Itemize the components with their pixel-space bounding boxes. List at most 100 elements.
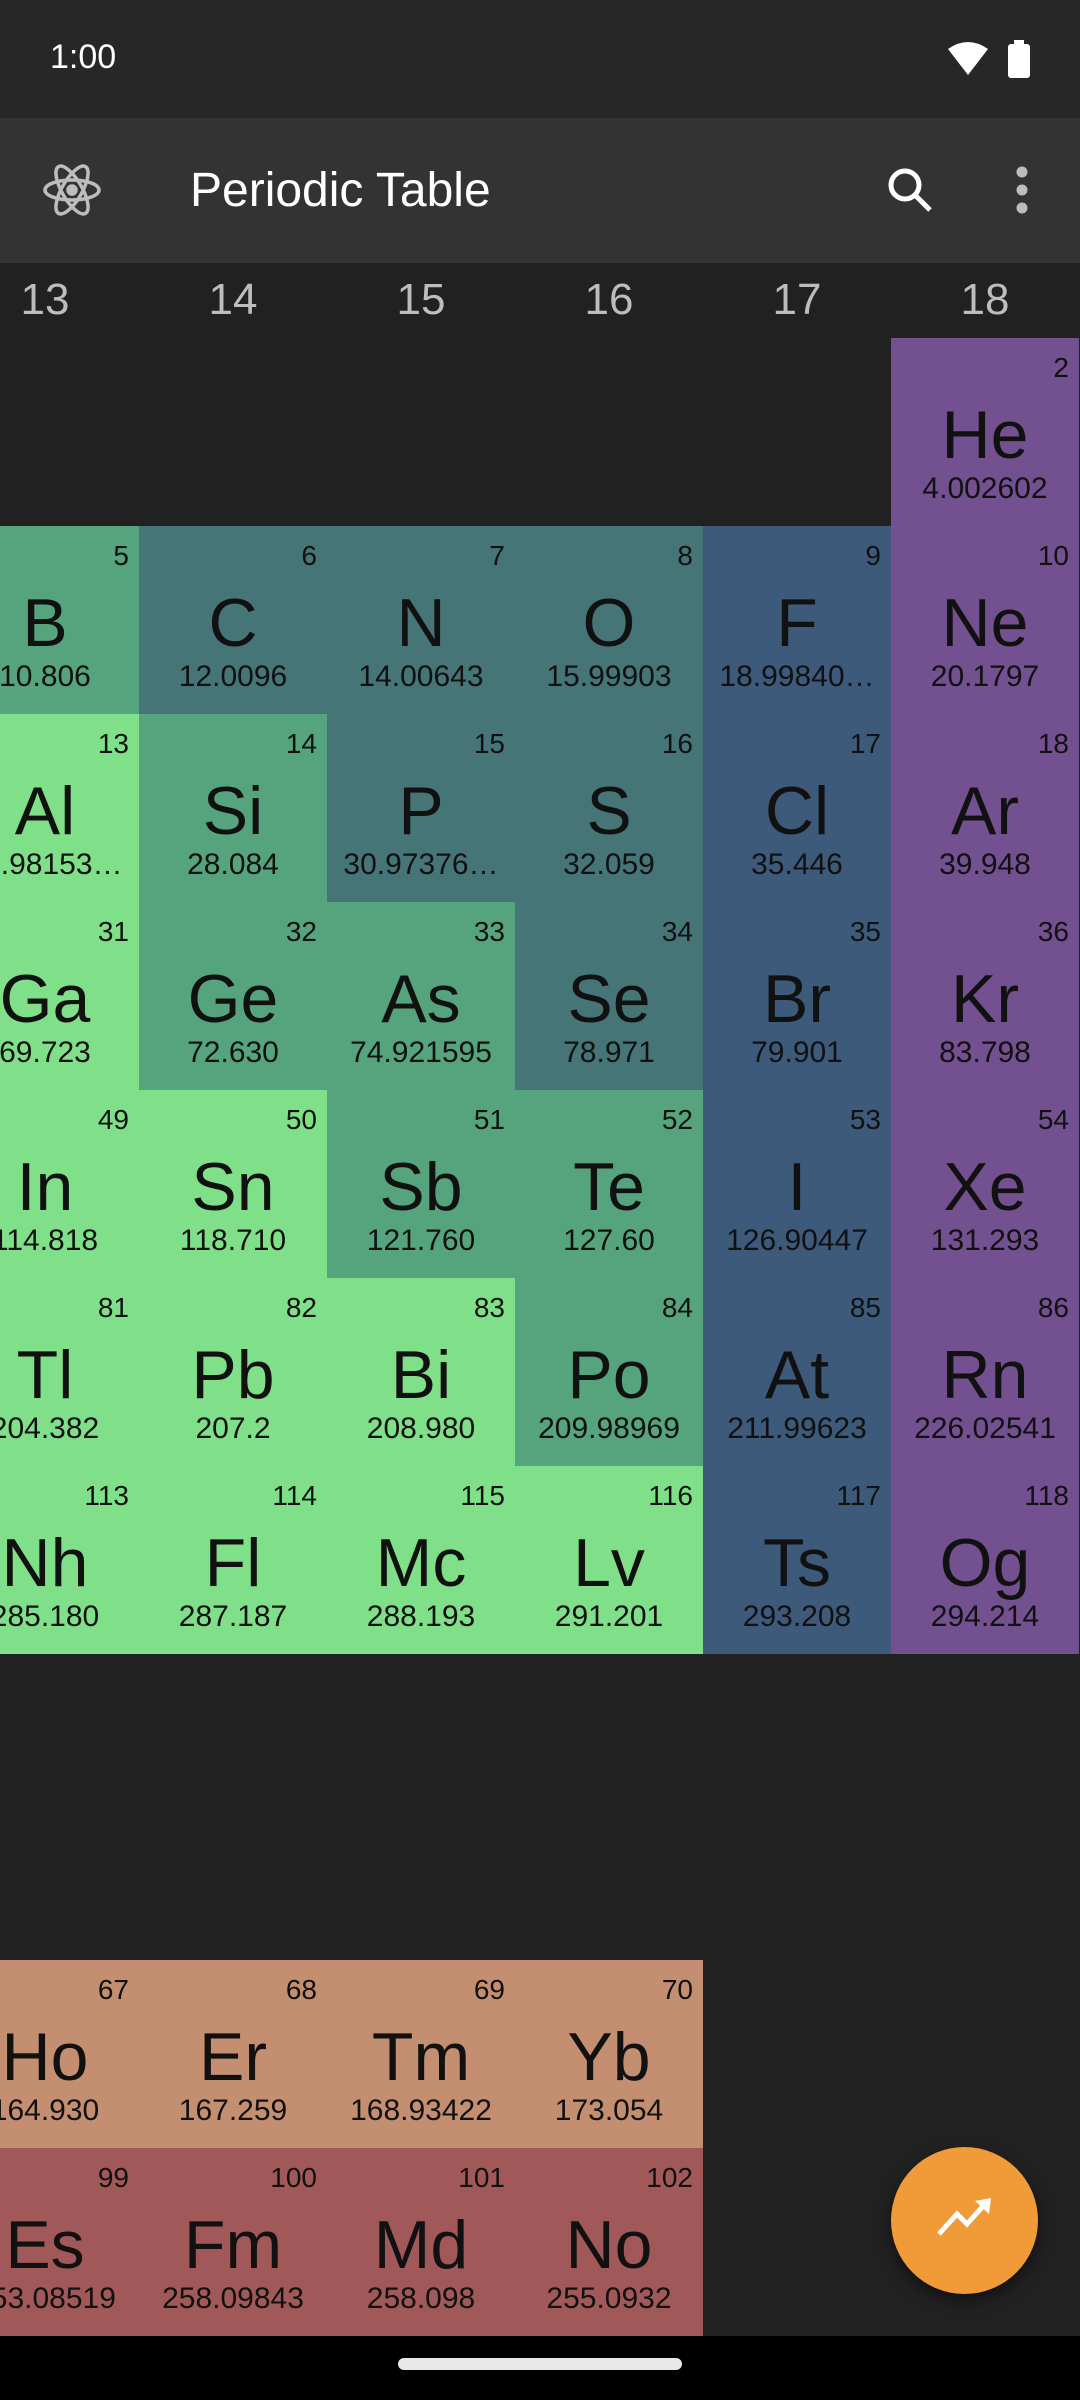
element-symbol: Og [939, 1525, 1031, 1601]
element-symbol: Ne [941, 585, 1029, 661]
element-cell-ge[interactable]: 32 Ge 72.630 [139, 902, 327, 1090]
element-symbol: Cl [764, 773, 830, 849]
atomic-number: 35 [849, 916, 881, 947]
element-cell-al[interactable]: 13 Al26.98153… [0, 714, 139, 902]
atomic-number: 100 [270, 2162, 317, 2193]
atomic-number: 33 [473, 916, 505, 947]
atomic-mass: 39.948 [939, 848, 1031, 881]
home-gesture-handle[interactable] [398, 2358, 682, 2370]
element-cell-sn[interactable]: 50 Sn 118.710 [139, 1090, 327, 1278]
element-cell-ar[interactable]: 18 Ar 39.948 [891, 714, 1079, 902]
search-icon[interactable] [878, 158, 942, 222]
element-cell-at[interactable]: 85 At 211.99623 [703, 1278, 891, 1466]
element-cell-fl[interactable]: 114 Fl 287.187 [139, 1466, 327, 1654]
group-header-18: 18 [960, 275, 1010, 324]
element-cell-c[interactable]: 6 C 12.0096 [139, 526, 327, 714]
element-symbol: Rn [941, 1337, 1029, 1413]
atomic-number: 54 [1037, 1104, 1069, 1135]
atomic-mass: 83.798 [939, 1036, 1031, 1069]
atomic-mass: 291.201 [554, 1600, 664, 1633]
atomic-mass: 18.99840… [719, 660, 875, 693]
element-symbol: Sn [191, 1149, 275, 1225]
element-symbol: Fm [183, 2207, 283, 2283]
atomic-mass: 167.259 [178, 2094, 288, 2127]
element-cell-bi[interactable]: 83 Bi 208.980 [327, 1278, 515, 1466]
element-cell-n[interactable]: 7 N 14.00643 [327, 526, 515, 714]
element-cell-as[interactable]: 33 As 74.921595 [327, 902, 515, 1090]
element-cell-lv[interactable]: 116 Lv 291.201 [515, 1466, 703, 1654]
element-symbol: Sb [379, 1149, 463, 1225]
element-cell-xe[interactable]: 54 Xe 131.293 [891, 1090, 1079, 1278]
element-cell-sb[interactable]: 51 Sb 121.760 [327, 1090, 515, 1278]
element-symbol: Tm [371, 2019, 471, 2095]
atomic-mass: 294.214 [930, 1600, 1040, 1633]
atomic-mass: 131.293 [930, 1224, 1040, 1257]
navigation-bar [0, 2336, 1080, 2400]
element-cell-yb[interactable]: 70 Yb 173.054 [515, 1960, 703, 2148]
element-cell-ho[interactable]: 67 Ho 164.930 [0, 1960, 139, 2148]
atomic-number: 13 [97, 728, 129, 759]
atomic-mass: 293.208 [742, 1600, 852, 1633]
element-cell-mc[interactable]: 115 Mc 288.193 [327, 1466, 515, 1654]
element-cell-br[interactable]: 35 Br 79.901 [703, 902, 891, 1090]
element-symbol: B [22, 585, 68, 661]
atomic-mass: 78.971 [563, 1036, 655, 1069]
element-cell-no[interactable]: 102 No 255.0932 [515, 2148, 703, 2336]
atomic-mass: 258.098 [366, 2282, 476, 2315]
element-symbol: Al [14, 773, 76, 849]
element-cell-pb[interactable]: 82 Pb 207.2 [139, 1278, 327, 1466]
atomic-number: 2 [1053, 352, 1069, 383]
element-cell-he[interactable]: 2 He 4.002602 [891, 338, 1079, 526]
atom-icon[interactable] [40, 158, 104, 222]
element-cell-md[interactable]: 101 Md 258.098 [327, 2148, 515, 2336]
element-cell-p[interactable]: 15 P 30.97376… [327, 714, 515, 902]
element-cell-in[interactable]: 49 In 114.818 [0, 1090, 139, 1278]
element-cell-tm[interactable]: 69 Tm 168.93422 [327, 1960, 515, 2148]
atomic-mass: 72.630 [187, 1036, 279, 1069]
element-symbol: F [776, 585, 818, 661]
element-cell-ts[interactable]: 117 Ts 293.208 [703, 1466, 891, 1654]
element-cell-fm[interactable]: 100 Fm 258.09843 [139, 2148, 327, 2336]
element-cell-er[interactable]: 68 Er 167.259 [139, 1960, 327, 2148]
atomic-mass: 118.710 [179, 1224, 287, 1257]
element-cell-tl[interactable]: 81 Tl 204.382 [0, 1278, 139, 1466]
element-symbol: N [396, 585, 446, 661]
element-cell-es[interactable]: 99 Es253.08519 [0, 2148, 139, 2336]
trending-up-icon [936, 2198, 993, 2243]
group-header-13: 13 [20, 275, 70, 324]
atomic-number: 51 [473, 1104, 505, 1135]
element-cell-o[interactable]: 8 O 15.99903 [515, 526, 703, 714]
element-cell-cl[interactable]: 17 Cl 35.446 [703, 714, 891, 902]
atomic-mass: 79.901 [751, 1036, 843, 1069]
element-cell-ga[interactable]: 31 Ga 69.723 [0, 902, 139, 1090]
atomic-mass: 285.180 [0, 1600, 100, 1633]
element-cell-og[interactable]: 118 Og 294.214 [891, 1466, 1079, 1654]
atomic-number: 116 [648, 1480, 693, 1511]
more-vert-icon[interactable] [990, 158, 1054, 222]
element-cell-i[interactable]: 53 I 126.90447 [703, 1090, 891, 1278]
atomic-mass: 204.382 [0, 1412, 100, 1445]
atomic-number: 85 [849, 1292, 881, 1323]
atomic-mass: 12.0096 [178, 660, 288, 693]
element-cell-kr[interactable]: 36 Kr 83.798 [891, 902, 1079, 1090]
element-cell-nh[interactable]: 113 Nh 285.180 [0, 1466, 139, 1654]
atomic-number: 114 [272, 1480, 317, 1511]
atomic-number: 70 [661, 1974, 693, 2005]
element-cell-po[interactable]: 84 Po 209.98969 [515, 1278, 703, 1466]
element-cell-ne[interactable]: 10 Ne 20.1797 [891, 526, 1079, 714]
atomic-number: 52 [661, 1104, 693, 1135]
element-cell-te[interactable]: 52 Te 127.60 [515, 1090, 703, 1278]
atomic-number: 31 [97, 916, 129, 947]
element-symbol: P [398, 773, 444, 849]
element-cell-se[interactable]: 34 Se 78.971 [515, 902, 703, 1090]
trends-fab-button[interactable] [891, 2147, 1038, 2294]
battery-icon [1008, 40, 1030, 83]
element-cell-f[interactable]: 9 F 18.99840… [703, 526, 891, 714]
atomic-number: 36 [1037, 916, 1069, 947]
element-symbol: Ar [951, 773, 1019, 849]
element-cell-s[interactable]: 16 S 32.059 [515, 714, 703, 902]
atomic-mass: 168.93422 [350, 2094, 492, 2127]
element-cell-b[interactable]: 5 B 10.806 [0, 526, 139, 714]
element-cell-rn[interactable]: 86 Rn 226.02541 [891, 1278, 1079, 1466]
element-cell-si[interactable]: 14 Si 28.084 [139, 714, 327, 902]
